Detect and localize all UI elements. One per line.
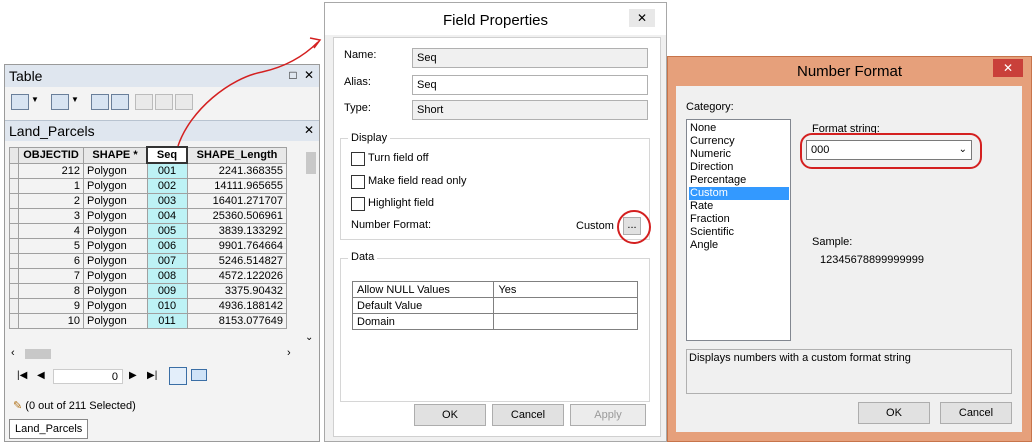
close-button[interactable]: ✕ xyxy=(629,9,655,27)
number-format-value: Custom xyxy=(576,220,614,232)
cancel-button[interactable]: Cancel xyxy=(940,402,1012,424)
dialog-title: Field Properties xyxy=(442,12,549,29)
property-value[interactable]: Yes xyxy=(493,281,638,298)
number-format-ellipsis-button[interactable]: ... xyxy=(623,217,641,235)
annotation-arrow-seq xyxy=(177,41,319,147)
category-item[interactable]: Numeric xyxy=(689,148,789,161)
field-properties-dialog: Field Properties ✕ Name: Seq Alias: Seq … xyxy=(324,2,667,442)
category-item[interactable]: Currency xyxy=(689,135,789,148)
annotation-arrowhead xyxy=(309,37,322,49)
ok-button[interactable]: OK xyxy=(414,404,486,426)
read-only-label: Make field read only xyxy=(368,175,467,187)
type-label: Type: xyxy=(344,102,371,114)
category-list[interactable]: None Currency Numeric Direction Percentage Cu… xyxy=(686,119,791,341)
data-property-row: Default Value xyxy=(351,297,638,314)
category-label: Category: xyxy=(686,101,734,113)
alias-field[interactable]: Seq xyxy=(412,75,648,95)
apply-button[interactable]: Apply xyxy=(570,404,646,426)
display-group-title: Display xyxy=(348,132,391,144)
chevron-down-icon[interactable]: ⌄ xyxy=(959,141,967,159)
category-item[interactable]: None xyxy=(689,122,789,135)
highlight-field-checkbox[interactable] xyxy=(351,197,365,211)
field-properties-panel: Name: Seq Alias: Seq Type: Short Display… xyxy=(333,37,661,437)
property-name: Domain xyxy=(351,313,495,330)
turn-field-off-checkbox[interactable] xyxy=(351,152,365,166)
cancel-button[interactable]: Cancel xyxy=(492,404,564,426)
category-item[interactable]: Angle xyxy=(689,239,789,252)
close-button[interactable]: ✕ xyxy=(993,59,1023,77)
sample-value: 12345678899999999 xyxy=(820,254,925,266)
format-string-value: 000 xyxy=(811,144,830,156)
type-field: Short xyxy=(412,100,648,120)
ok-button[interactable]: OK xyxy=(858,402,930,424)
data-group xyxy=(340,258,650,402)
category-item[interactable]: Fraction xyxy=(689,213,789,226)
number-format-label: Number Format: xyxy=(351,219,432,231)
dialog-title: Number Format xyxy=(796,63,903,80)
dialog-title-bar: Field Properties ✕ xyxy=(325,3,666,35)
alias-label: Alias: xyxy=(344,76,371,88)
property-value[interactable] xyxy=(493,313,638,330)
data-properties-table: Allow NULL Values Yes Default Value Domain xyxy=(351,281,638,330)
data-group-title: Data xyxy=(348,251,378,263)
data-property-row: Allow NULL Values Yes xyxy=(351,281,638,298)
name-field: Seq xyxy=(412,48,648,68)
number-format-dialog: Number Format ✕ Category: None Currency Nu… xyxy=(667,56,1032,442)
category-item[interactable]: Rate xyxy=(689,200,789,213)
category-item[interactable]: Custom xyxy=(689,187,789,200)
turn-field-off-label: Turn field off xyxy=(368,152,429,164)
property-name: Allow NULL Values xyxy=(351,281,495,298)
format-description: Displays numbers with a custom format st… xyxy=(686,349,1012,394)
sample-label: Sample: xyxy=(812,236,853,248)
category-item[interactable]: Scientific xyxy=(689,226,789,239)
number-format-panel: Category: None Currency Numeric Direction Pe… xyxy=(676,86,1022,432)
name-label: Name: xyxy=(344,49,377,61)
highlight-field-label: Highlight field xyxy=(368,197,435,209)
format-string-select[interactable]: 000 ⌄ xyxy=(806,140,972,160)
property-name: Default Value xyxy=(351,297,495,314)
category-item[interactable]: Direction xyxy=(689,161,789,174)
category-item[interactable]: Percentage xyxy=(689,174,789,187)
data-property-row: Domain xyxy=(351,313,638,330)
read-only-checkbox[interactable] xyxy=(351,175,365,189)
property-value[interactable] xyxy=(493,297,638,314)
